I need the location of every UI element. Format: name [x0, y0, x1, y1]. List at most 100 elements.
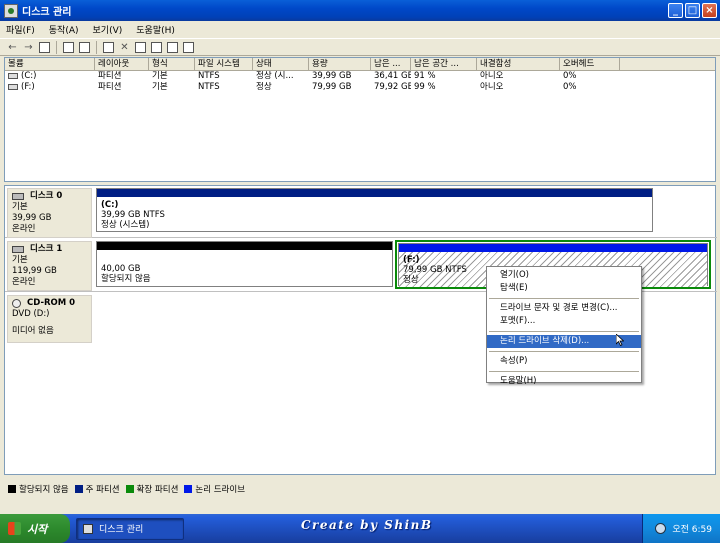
title-bar[interactable]: 디스크 관리 _ □ ×: [0, 0, 720, 21]
properties-icon[interactable]: [62, 41, 75, 54]
menu-item-explore[interactable]: 탐색(E): [487, 282, 641, 295]
menu-item-help[interactable]: 도움말(H): [487, 375, 641, 388]
unallocated-space[interactable]: 40,00 GB 할당되지 않음: [96, 241, 393, 287]
logical-drive-bar: [399, 244, 707, 252]
volume-row[interactable]: (F:) 파티션 기본 NTFS 정상 79,99 GB 79,92 GB 99…: [5, 82, 715, 93]
partition-c[interactable]: (C:) 39,99 GB NTFS 정상 (시스템): [96, 188, 653, 232]
connect-icon[interactable]: [102, 41, 115, 54]
open-icon[interactable]: [150, 41, 163, 54]
cell-filesystem: NTFS: [198, 82, 220, 92]
search-icon[interactable]: [166, 41, 179, 54]
window-title: 디스크 관리: [22, 7, 72, 18]
menu-item-properties[interactable]: 속성(P): [487, 355, 641, 368]
cell-overhead: 0%: [563, 82, 577, 92]
disk-name: CD-ROM 0: [27, 298, 76, 308]
menu-separator: [489, 351, 639, 352]
disk-name: 디스크 1: [30, 244, 63, 254]
disk-name: 디스크 0: [30, 191, 63, 201]
check-icon[interactable]: [134, 41, 147, 54]
forward-arrow-icon[interactable]: →: [22, 41, 35, 54]
cell-capacity: 79,99 GB: [312, 82, 352, 92]
start-button[interactable]: 시작: [0, 514, 70, 543]
cell-layout: 파티션: [98, 82, 122, 92]
cdrom-info[interactable]: CD-ROM 0 DVD (D:) 미디어 없음: [7, 295, 92, 343]
legend-item: 할당되지 않음: [8, 483, 69, 495]
column-header-free[interactable]: 남은 ...: [371, 58, 411, 70]
drive-icon: [8, 72, 18, 79]
clock[interactable]: 오전 6:59: [672, 522, 712, 535]
disk-status: 미디어 없음: [12, 326, 54, 336]
taskbar-button-disk-management[interactable]: 디스크 관리: [76, 517, 184, 540]
volume-name: (C:): [21, 71, 37, 81]
cell-type: 기본: [152, 82, 168, 92]
cell-fault-tolerance: 아니오: [480, 82, 504, 92]
close-button[interactable]: ×: [702, 3, 717, 18]
hard-disk-icon: [12, 193, 24, 200]
mouse-cursor-icon: [616, 334, 624, 346]
cell-fault-tolerance: 아니오: [480, 71, 504, 81]
partition-label: (C:): [101, 200, 119, 210]
context-menu: 열기(O) 탐색(E) 드라이브 문자 및 경로 변경(C)... 포맷(F).…: [486, 266, 642, 386]
hard-disk-icon: [12, 246, 24, 253]
disk-management-icon: [83, 523, 93, 534]
disk-management-icon: [4, 3, 18, 18]
tray-icon[interactable]: [655, 523, 667, 534]
help-icon[interactable]: [78, 41, 91, 54]
disk-info-1[interactable]: 디스크 1 기본 119,99 GB 온라인: [7, 241, 92, 291]
column-header-layout[interactable]: 레이아웃: [95, 58, 149, 70]
menu-item-format[interactable]: 포맷(F)...: [487, 315, 641, 328]
settings-icon[interactable]: [182, 41, 195, 54]
cell-overhead: 0%: [563, 71, 577, 81]
delete-icon[interactable]: ✕: [118, 41, 131, 54]
legend-item: 주 파티션: [74, 483, 120, 495]
disk-type: 기본: [12, 255, 28, 265]
legend-item: 논리 드라이브: [184, 483, 245, 495]
unallocated-bar: [97, 242, 392, 250]
menu-file[interactable]: 파일(F): [6, 23, 35, 36]
legend-swatch: [74, 485, 83, 493]
disk-info-0[interactable]: 디스크 0 기본 39,99 GB 온라인: [7, 188, 92, 238]
console-tree-icon[interactable]: [38, 41, 51, 54]
volume-list-header: 볼륨 레이아웃 형식 파일 시스템 상태 용량 남은 ... 남은 공간 ...…: [5, 58, 715, 71]
column-header-fault-tolerance[interactable]: 내결함성: [477, 58, 560, 70]
back-arrow-icon[interactable]: ←: [6, 41, 19, 54]
cd-rom-icon: [12, 299, 21, 308]
menu-item-change-drive-letter[interactable]: 드라이브 문자 및 경로 변경(C)...: [487, 302, 641, 315]
cell-free: 36,41 GB: [374, 71, 411, 81]
minimize-button[interactable]: _: [668, 3, 683, 18]
menu-action[interactable]: 동작(A): [49, 23, 79, 36]
windows-logo-icon: [8, 522, 21, 535]
column-header-type[interactable]: 형식: [149, 58, 195, 70]
banner-text: Create by ShinB: [301, 518, 433, 532]
menu-help[interactable]: 도움말(H): [136, 23, 175, 36]
menu-bar: 파일(F) 동작(A) 보기(V) 도움말(H): [0, 21, 720, 38]
unallocated-label: 할당되지 않음: [101, 274, 151, 284]
column-header-capacity[interactable]: 용량: [309, 58, 371, 70]
menu-separator: [489, 331, 639, 332]
maximize-button[interactable]: □: [685, 3, 700, 18]
drive-icon: [8, 83, 18, 90]
cell-type: 기본: [152, 71, 168, 81]
unallocated-size: 40,00 GB: [101, 264, 141, 274]
column-header-volume[interactable]: 볼륨: [5, 58, 95, 70]
column-header-free-percent[interactable]: 남은 공간 ...: [411, 58, 477, 70]
cell-status: 정상: [256, 82, 272, 92]
system-tray: 오전 6:59: [642, 514, 720, 543]
cell-status: 정상 (시...: [256, 71, 294, 81]
volume-row[interactable]: (C:) 파티션 기본 NTFS 정상 (시... 39,99 GB 36,41…: [5, 71, 715, 82]
volume-list[interactable]: 볼륨 레이아웃 형식 파일 시스템 상태 용량 남은 ... 남은 공간 ...…: [4, 57, 716, 182]
legend-swatch: [125, 485, 134, 493]
partition-status: 정상 (시스템): [101, 220, 150, 230]
cell-free-percent: 99 %: [414, 82, 436, 92]
menu-item-open[interactable]: 열기(O): [487, 269, 641, 282]
menu-view[interactable]: 보기(V): [93, 23, 123, 36]
legend-swatch: [8, 485, 16, 493]
column-header-overhead[interactable]: 오버헤드: [560, 58, 620, 70]
cell-layout: 파티션: [98, 71, 122, 81]
disk-size: 119,99 GB: [12, 266, 57, 276]
primary-partition-bar: [97, 189, 652, 197]
cell-free: 79,92 GB: [374, 82, 411, 92]
disk-type: DVD (D:): [12, 309, 50, 319]
column-header-filesystem[interactable]: 파일 시스템: [195, 58, 253, 70]
column-header-status[interactable]: 상태: [253, 58, 309, 70]
